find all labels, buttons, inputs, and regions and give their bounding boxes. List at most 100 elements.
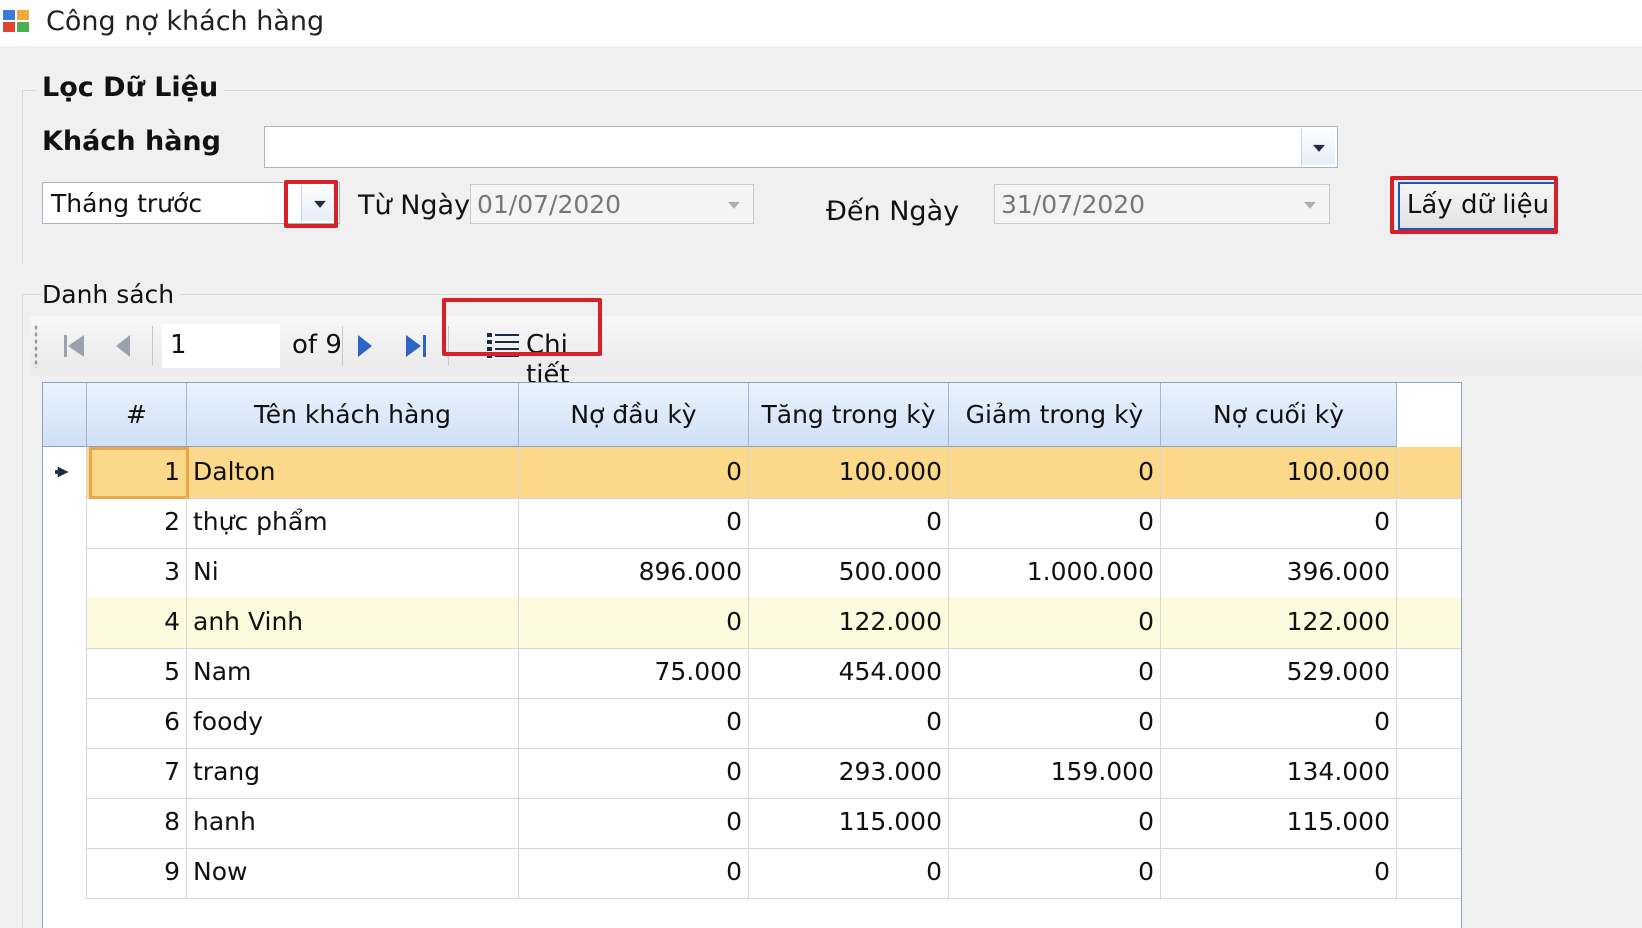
table-row[interactable]: 6 foody 0 0 0 0 xyxy=(43,697,1461,749)
increase-cell[interactable]: 0 xyxy=(749,847,949,899)
window-title: Công nợ khách hàng xyxy=(46,6,325,37)
row-index-cell[interactable]: 8 xyxy=(87,797,187,849)
opening-debt-cell[interactable]: 75.000 xyxy=(519,647,749,699)
customer-name-cell[interactable]: trang xyxy=(187,747,519,799)
to-date-dropdown-button[interactable] xyxy=(1293,187,1327,221)
customer-name-cell[interactable]: Ni xyxy=(187,547,519,599)
row-header-cell[interactable] xyxy=(43,447,87,499)
opening-debt-cell[interactable]: 0 xyxy=(519,847,749,899)
table-row[interactable]: 4 anh Vinh 0 122.000 0 122.000 xyxy=(43,597,1461,649)
from-date-value: 01/07/2020 xyxy=(477,190,622,219)
opening-debt-cell[interactable]: 0 xyxy=(519,747,749,799)
opening-debt-cell[interactable]: 0 xyxy=(519,447,749,499)
opening-debt-cell[interactable]: 0 xyxy=(519,497,749,549)
detail-button-highlight xyxy=(442,298,602,356)
customer-combobox[interactable] xyxy=(264,126,1338,168)
closing-debt-cell[interactable]: 100.000 xyxy=(1161,447,1397,499)
period-value: Tháng trước xyxy=(51,189,203,218)
table-row[interactable]: 2 thực phẩm 0 0 0 0 xyxy=(43,497,1461,549)
closing-debt-cell[interactable]: 134.000 xyxy=(1161,747,1397,799)
get-data-highlight xyxy=(1390,176,1558,234)
row-index-cell[interactable]: 7 xyxy=(87,747,187,799)
row-index-cell[interactable]: 3 xyxy=(87,547,187,599)
table-row[interactable]: 1 Dalton 0 100.000 0 100.000 xyxy=(43,447,1461,499)
customer-name-cell[interactable]: Dalton xyxy=(187,447,519,499)
decrease-cell[interactable]: 0 xyxy=(949,697,1161,749)
row-index-cell[interactable]: 6 xyxy=(87,697,187,749)
decrease-cell[interactable]: 0 xyxy=(949,447,1161,499)
increase-cell[interactable]: 122.000 xyxy=(749,597,949,649)
table-row[interactable]: 8 hanh 0 115.000 0 115.000 xyxy=(43,797,1461,849)
move-first-icon[interactable] xyxy=(54,326,94,366)
opening-debt-cell[interactable]: 0 xyxy=(519,797,749,849)
closing-debt-cell[interactable]: 0 xyxy=(1161,697,1397,749)
row-index-cell[interactable]: 2 xyxy=(87,497,187,549)
toolbar-separator xyxy=(152,326,153,366)
table-row[interactable]: 5 Nam 75.000 454.000 0 529.000 xyxy=(43,647,1461,699)
customer-name-cell[interactable]: Now xyxy=(187,847,519,899)
closing-debt-cell[interactable]: 396.000 xyxy=(1161,547,1397,599)
decrease-cell[interactable]: 0 xyxy=(949,847,1161,899)
decrease-cell[interactable]: 0 xyxy=(949,497,1161,549)
row-index-cell[interactable]: 5 xyxy=(87,647,187,699)
opening-debt-cell[interactable]: 896.000 xyxy=(519,547,749,599)
column-header-customer-name[interactable]: Tên khách hàng xyxy=(187,383,519,447)
from-date-dropdown-button[interactable] xyxy=(717,187,751,221)
row-header-cell[interactable] xyxy=(43,597,87,649)
customer-name-cell[interactable]: foody xyxy=(187,697,519,749)
increase-cell[interactable]: 0 xyxy=(749,497,949,549)
opening-debt-cell[interactable]: 0 xyxy=(519,697,749,749)
move-previous-icon[interactable] xyxy=(104,326,144,366)
column-header-closing-debt[interactable]: Nợ cuối kỳ xyxy=(1161,383,1397,447)
increase-cell[interactable]: 454.000 xyxy=(749,647,949,699)
increase-cell[interactable]: 100.000 xyxy=(749,447,949,499)
row-header-cell[interactable] xyxy=(43,747,87,799)
row-index-cell[interactable]: 4 xyxy=(87,597,187,649)
row-header-cell[interactable] xyxy=(43,847,87,899)
to-date-picker[interactable]: 31/07/2020 xyxy=(994,184,1330,224)
opening-debt-cell[interactable]: 0 xyxy=(519,597,749,649)
row-header-cell[interactable] xyxy=(43,547,87,599)
chevron-down-icon xyxy=(728,201,740,209)
row-header-cell[interactable] xyxy=(43,797,87,849)
decrease-cell[interactable]: 1.000.000 xyxy=(949,547,1161,599)
column-header-decrease[interactable]: Giảm trong kỳ xyxy=(949,383,1161,447)
from-date-picker[interactable]: 01/07/2020 xyxy=(470,184,754,224)
toolbar-separator xyxy=(342,326,343,366)
decrease-cell[interactable]: 0 xyxy=(949,647,1161,699)
table-row[interactable]: 7 trang 0 293.000 159.000 134.000 xyxy=(43,747,1461,799)
position-input[interactable]: 1 xyxy=(162,324,280,368)
column-header-increase[interactable]: Tăng trong kỳ xyxy=(749,383,949,447)
closing-debt-cell[interactable]: 0 xyxy=(1161,497,1397,549)
customer-name-cell[interactable]: anh Vinh xyxy=(187,597,519,649)
closing-debt-cell[interactable]: 122.000 xyxy=(1161,597,1397,649)
row-header-cell[interactable] xyxy=(43,647,87,699)
customer-debt-grid[interactable]: # Tên khách hàng Nợ đầu kỳ Tăng trong kỳ… xyxy=(42,382,1462,928)
move-last-icon[interactable] xyxy=(396,326,436,366)
customer-dropdown-button[interactable] xyxy=(1301,129,1335,165)
increase-cell[interactable]: 0 xyxy=(749,697,949,749)
decrease-cell[interactable]: 0 xyxy=(949,797,1161,849)
column-header-index[interactable]: # xyxy=(87,383,187,447)
increase-cell[interactable]: 293.000 xyxy=(749,747,949,799)
row-index-cell[interactable]: 9 xyxy=(87,847,187,899)
period-dropdown-highlight xyxy=(284,180,338,228)
decrease-cell[interactable]: 159.000 xyxy=(949,747,1161,799)
customer-name-cell[interactable]: hanh xyxy=(187,797,519,849)
closing-debt-cell[interactable]: 529.000 xyxy=(1161,647,1397,699)
table-row[interactable]: 9 Now 0 0 0 0 xyxy=(43,847,1461,899)
row-header-cell[interactable] xyxy=(43,497,87,549)
toolbar-grip[interactable] xyxy=(34,324,38,368)
move-next-icon[interactable] xyxy=(346,326,386,366)
closing-debt-cell[interactable]: 115.000 xyxy=(1161,797,1397,849)
closing-debt-cell[interactable]: 0 xyxy=(1161,847,1397,899)
column-header-opening-debt[interactable]: Nợ đầu kỳ xyxy=(519,383,749,447)
table-row[interactable]: 3 Ni 896.000 500.000 1.000.000 396.000 xyxy=(43,547,1461,599)
decrease-cell[interactable]: 0 xyxy=(949,597,1161,649)
customer-name-cell[interactable]: thực phẩm xyxy=(187,497,519,549)
row-header-cell[interactable] xyxy=(43,697,87,749)
increase-cell[interactable]: 115.000 xyxy=(749,797,949,849)
increase-cell[interactable]: 500.000 xyxy=(749,547,949,599)
focused-cell-frame xyxy=(89,447,189,499)
customer-name-cell[interactable]: Nam xyxy=(187,647,519,699)
